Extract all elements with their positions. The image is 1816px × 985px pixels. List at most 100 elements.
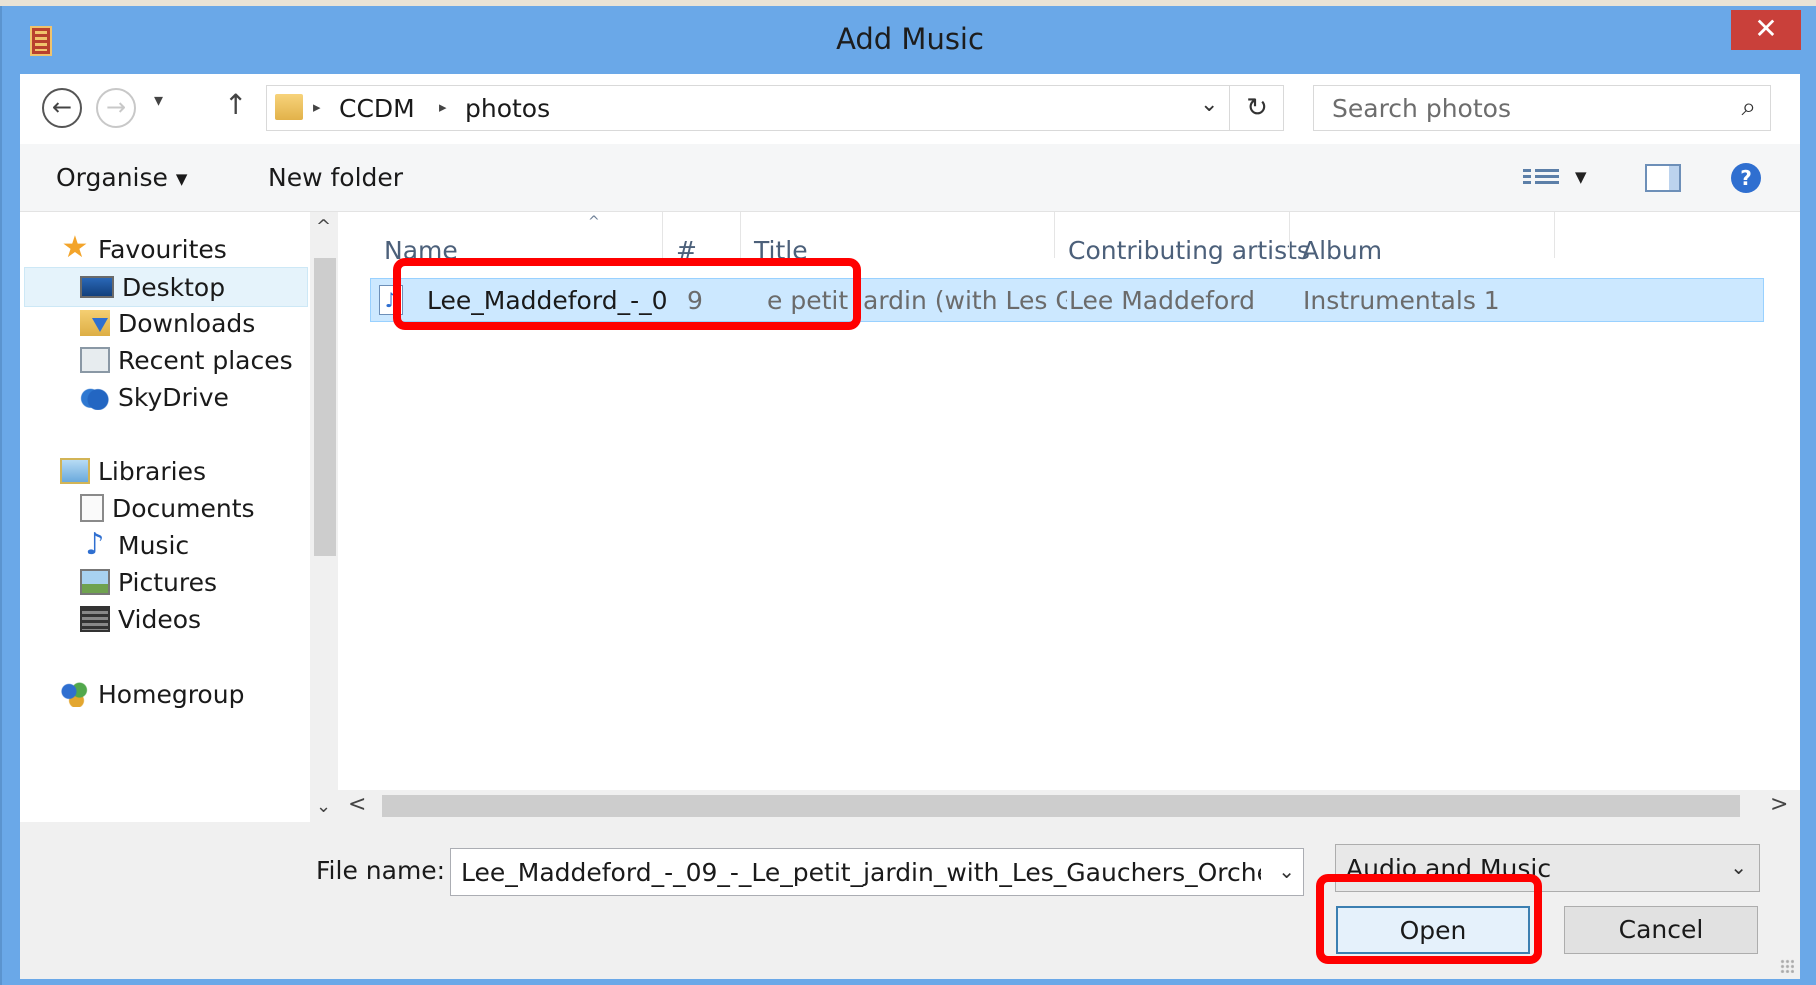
- file-name-value[interactable]: Lee_Maddeford_-_09_-_Le_petit_jardin_wit…: [461, 858, 1261, 887]
- recent-locations-dropdown[interactable]: ▾: [154, 90, 163, 111]
- sidebar-item-homegroup[interactable]: Homegroup: [60, 675, 244, 715]
- star-icon: ★: [61, 230, 89, 265]
- column-divider[interactable]: [740, 212, 741, 258]
- column-divider[interactable]: [1554, 212, 1555, 258]
- sidebar-item-recent-places[interactable]: Recent places: [80, 341, 293, 381]
- horizontal-scroll-thumb[interactable]: [382, 795, 1740, 817]
- documents-icon: [80, 494, 104, 522]
- chevron-down-icon: ▼: [175, 170, 188, 188]
- table-row[interactable]: ♪ Lee_Maddeford_-_0... 9 e petit jardin …: [370, 278, 1764, 322]
- sidebar-item-desktop[interactable]: Desktop: [24, 267, 308, 307]
- sidebar-item-favourites[interactable]: ★ Favourites: [60, 230, 227, 270]
- sidebar-item-label: Desktop: [122, 273, 226, 302]
- breadcrumb-separator[interactable]: ▸: [313, 98, 321, 116]
- scroll-down-arrow[interactable]: ⌄: [316, 796, 331, 817]
- organise-button[interactable]: Organise ▼: [56, 163, 187, 192]
- file-name-field[interactable]: Lee_Maddeford_-_09_-_Le_petit_jardin_wit…: [450, 848, 1304, 896]
- window-title: Add Music: [836, 22, 984, 56]
- title-bar[interactable]: Add Music ✕: [2, 6, 1816, 74]
- audio-file-icon: ♪: [379, 285, 403, 315]
- column-header-title[interactable]: Title: [754, 236, 808, 265]
- recent-places-icon: [80, 347, 110, 373]
- horizontal-scrollbar[interactable]: < >: [338, 790, 1800, 822]
- command-toolbar: Organise ▼ New folder ▼ ?: [20, 144, 1800, 212]
- navigation-bar: ← → ▾ ↑ ▸ CCDM ▸ photos ⌄ ↻ Search photo…: [20, 74, 1800, 144]
- downloads-icon: [80, 310, 110, 336]
- cell-title: e petit jardin (with Les G...: [767, 286, 1067, 315]
- sidebar-item-label: Documents: [112, 494, 255, 523]
- column-divider[interactable]: [1054, 212, 1055, 258]
- back-button[interactable]: ←: [42, 88, 82, 128]
- sidebar-scroll-thumb[interactable]: [314, 258, 336, 556]
- file-name-dropdown[interactable]: ⌄: [1278, 859, 1295, 883]
- sidebar-item-label: Homegroup: [98, 680, 245, 709]
- breadcrumb-separator[interactable]: ▸: [439, 98, 447, 116]
- scroll-up-arrow[interactable]: ^: [316, 216, 331, 237]
- cancel-button[interactable]: Cancel: [1564, 906, 1758, 954]
- address-history-dropdown[interactable]: ⌄: [1200, 92, 1218, 117]
- view-options-dropdown[interactable]: ▼: [1575, 168, 1587, 186]
- sidebar-item-label: Libraries: [98, 457, 206, 486]
- file-list: ^ Name # Title Contributing artists Albu…: [338, 212, 1800, 822]
- scroll-left-arrow[interactable]: <: [348, 792, 366, 817]
- open-button[interactable]: Open: [1336, 906, 1530, 954]
- file-type-select[interactable]: Audio and Music ⌄: [1335, 844, 1760, 892]
- sidebar-item-pictures[interactable]: Pictures: [80, 563, 217, 603]
- column-header-number[interactable]: #: [676, 236, 697, 265]
- new-folder-button[interactable]: New folder: [268, 163, 403, 192]
- search-input[interactable]: Search photos: [1332, 94, 1511, 123]
- homegroup-icon: [60, 681, 90, 707]
- breadcrumb-photos[interactable]: photos: [465, 94, 550, 123]
- navigation-pane: ★ Favourites Desktop Downloads Recent pla…: [20, 212, 338, 822]
- sort-ascending-icon: ^: [588, 214, 600, 230]
- help-icon[interactable]: ?: [1731, 163, 1761, 193]
- column-header-contributing-artists[interactable]: Contributing artists: [1068, 236, 1310, 265]
- libraries-icon: [60, 458, 90, 484]
- file-name-panel: File name: Lee_Maddeford_-_09_-_Le_petit…: [20, 822, 1800, 979]
- sidebar-item-documents[interactable]: Documents: [80, 489, 255, 529]
- cell-album: Instrumentals 1: [1303, 286, 1500, 315]
- forward-button[interactable]: →: [96, 88, 136, 128]
- add-music-dialog: Add Music ✕ ← → ▾ ↑ ▸ CCDM ▸ photos ⌄ ↻ …: [0, 6, 1816, 985]
- sidebar-item-libraries[interactable]: Libraries: [60, 452, 206, 492]
- up-button[interactable]: ↑: [224, 88, 247, 121]
- close-button[interactable]: ✕: [1731, 10, 1801, 50]
- desktop-icon: [80, 276, 114, 298]
- change-view-icon[interactable]: [1523, 166, 1559, 192]
- sidebar-item-label: Downloads: [118, 309, 256, 338]
- sidebar-item-label: SkyDrive: [118, 383, 229, 412]
- skydrive-icon: [80, 384, 110, 410]
- column-divider[interactable]: [662, 212, 663, 258]
- cell-number: 9: [687, 286, 703, 315]
- search-box[interactable]: Search photos ⌕: [1313, 85, 1771, 131]
- preview-pane-icon[interactable]: [1645, 164, 1681, 192]
- search-icon[interactable]: ⌕: [1741, 92, 1756, 123]
- refresh-button[interactable]: ↻: [1229, 86, 1284, 130]
- cell-name: Lee_Maddeford_-_0...: [427, 286, 667, 315]
- sidebar-item-videos[interactable]: Videos: [80, 600, 201, 640]
- breadcrumb-ccdm[interactable]: CCDM: [339, 94, 415, 123]
- chevron-down-icon[interactable]: ⌄: [1730, 855, 1747, 879]
- sidebar-item-label: Pictures: [118, 568, 217, 597]
- pictures-icon: [80, 569, 110, 595]
- sidebar-scrollbar[interactable]: ^ ⌄: [310, 212, 338, 822]
- music-icon: ♪: [85, 527, 105, 562]
- sidebar-item-music[interactable]: ♪ Music: [80, 526, 189, 566]
- videos-icon: [80, 606, 110, 632]
- column-header-album[interactable]: Album: [1302, 236, 1382, 265]
- organise-label: Organise: [56, 163, 168, 192]
- file-name-label: File name:: [316, 856, 446, 885]
- scroll-right-arrow[interactable]: >: [1770, 792, 1788, 817]
- sidebar-item-label: Videos: [118, 605, 202, 634]
- address-bar[interactable]: ▸ CCDM ▸ photos ⌄ ↻: [266, 85, 1284, 131]
- sidebar-item-label: Favourites: [98, 235, 227, 264]
- column-header-name[interactable]: Name: [384, 236, 458, 265]
- sidebar-item-downloads[interactable]: Downloads: [80, 304, 255, 344]
- cell-artists: Lee Maddeford: [1069, 286, 1256, 315]
- sidebar-item-label: Recent places: [118, 346, 293, 375]
- dialog-body: ← → ▾ ↑ ▸ CCDM ▸ photos ⌄ ↻ Search photo…: [20, 74, 1800, 979]
- sidebar-item-skydrive[interactable]: SkyDrive: [80, 378, 229, 418]
- column-divider[interactable]: [1289, 212, 1290, 258]
- sidebar-item-label: Music: [118, 531, 190, 560]
- resize-grip[interactable]: [1780, 959, 1794, 973]
